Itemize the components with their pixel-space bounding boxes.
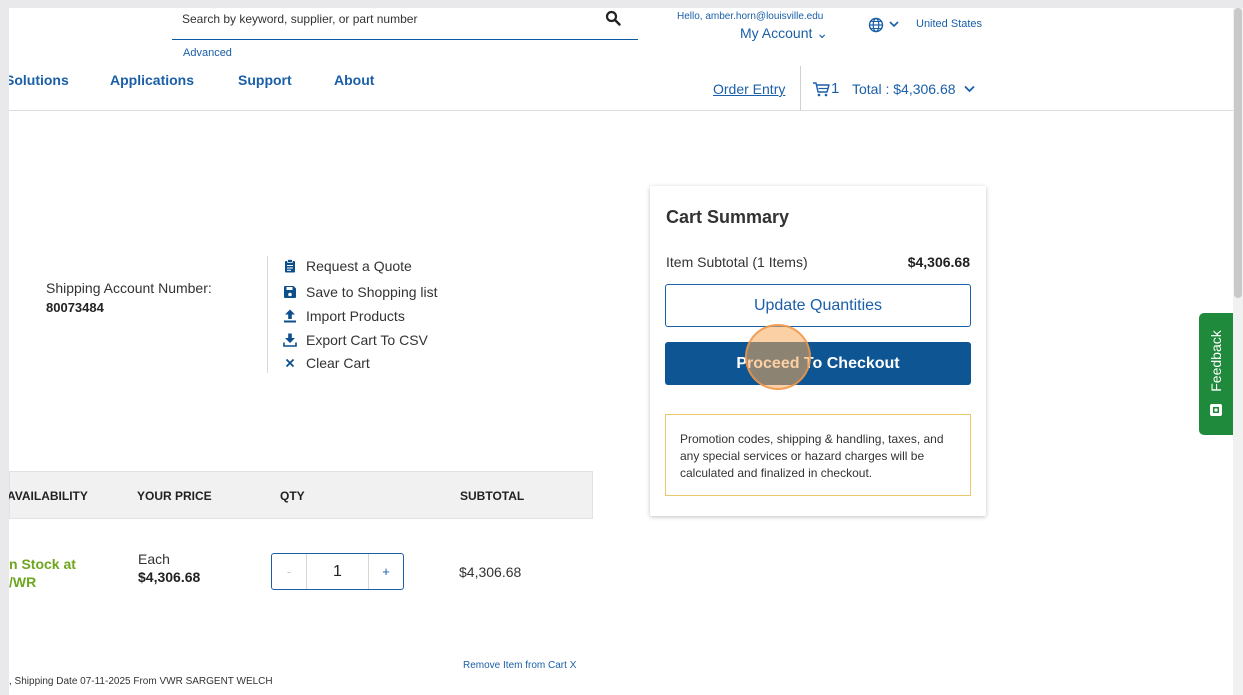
item-subtotal-label: Item Subtotal (1 Items): [666, 254, 808, 270]
close-icon: [285, 358, 295, 368]
order-entry-link[interactable]: Order Entry: [713, 81, 785, 97]
cart-icon[interactable]: [812, 81, 830, 97]
cart-summary-title: Cart Summary: [666, 207, 790, 227]
clear-cart-link[interactable]: Clear Cart: [283, 355, 370, 371]
price-unit: Each: [138, 551, 170, 567]
column-header-subtotal: SUBTOTAL: [460, 489, 525, 503]
request-quote-link[interactable]: Request a Quote: [283, 258, 412, 274]
header-divider: [9, 110, 1233, 111]
action-label: Import Products: [306, 308, 405, 324]
action-label: Export Cart To CSV: [306, 332, 428, 348]
feedback-tab[interactable]: Feedback: [1199, 313, 1233, 435]
proceed-to-checkout-button[interactable]: Proceed To Checkout: [665, 342, 971, 385]
feedback-label: Feedback: [1208, 330, 1224, 392]
export-csv-link[interactable]: Export Cart To CSV: [283, 332, 428, 348]
promo-notice: Promotion codes, shipping & handling, ta…: [665, 414, 971, 496]
search-input[interactable]: Search by keyword, supplier, or part num…: [182, 12, 417, 26]
column-header-availability: AVAILABILITY: [9, 489, 88, 503]
page: Search by keyword, supplier, or part num…: [9, 8, 1233, 695]
availability-status: n Stock at /WR: [9, 556, 76, 590]
actions-divider: [267, 256, 268, 373]
column-header-qty: QTY: [280, 489, 305, 503]
cart-summary-panel: Cart Summary Item Subtotal (1 Items) $4,…: [650, 186, 986, 516]
search-underline: [172, 39, 638, 40]
shipping-account-number: 80073484: [46, 300, 104, 315]
nav-item-about[interactable]: About: [334, 72, 374, 88]
quantity-stepper[interactable]: - 1 +: [271, 553, 404, 590]
cart-count[interactable]: 1: [831, 80, 839, 97]
nav-item-support[interactable]: Support: [238, 72, 292, 88]
globe-icon[interactable]: [868, 17, 884, 33]
action-label: Clear Cart: [306, 355, 370, 371]
chevron-down-icon[interactable]: [889, 21, 899, 28]
import-products-link[interactable]: Import Products: [283, 308, 405, 324]
column-header-price: YOUR PRICE: [137, 489, 212, 503]
country-selector[interactable]: United States: [916, 18, 982, 30]
advanced-search-link[interactable]: Advanced: [183, 47, 232, 59]
item-subtotal-value: $4,306.68: [907, 254, 970, 270]
cart-total[interactable]: Total : $4,306.68: [852, 81, 956, 97]
nav-item-solutions[interactable]: Solutions: [9, 72, 69, 88]
qty-increment-button[interactable]: +: [369, 554, 403, 589]
update-quantities-button[interactable]: Update Quantities: [665, 284, 971, 327]
clipboard-icon: [285, 259, 295, 273]
page-scrollbar[interactable]: [1233, 8, 1243, 695]
upload-icon: [284, 309, 296, 323]
nav-item-applications[interactable]: Applications: [110, 72, 194, 88]
feedback-icon: [1210, 404, 1222, 416]
my-account-menu[interactable]: My Account ⌄: [740, 25, 828, 42]
download-icon: [283, 333, 297, 347]
action-label: Save to Shopping list: [306, 284, 438, 300]
unit-price: $4,306.68: [138, 569, 201, 585]
qty-input[interactable]: 1: [306, 554, 369, 589]
search-icon[interactable]: [605, 10, 621, 26]
shipping-date: , Shipping Date 07-11-2025 From VWR SARG…: [9, 676, 273, 687]
save-shopping-list-link[interactable]: Save to Shopping list: [283, 284, 438, 300]
chevron-down-icon[interactable]: [964, 85, 975, 93]
action-label: Request a Quote: [306, 258, 412, 274]
nav-divider: [800, 66, 801, 110]
user-greeting: Hello, amber.horn@louisville.edu: [677, 11, 824, 22]
scrollbar-thumb[interactable]: [1234, 8, 1242, 298]
remove-item-link[interactable]: Remove Item from Cart X: [463, 660, 576, 671]
qty-decrement-button[interactable]: -: [272, 554, 306, 589]
line-subtotal: $4,306.68: [459, 564, 522, 580]
shipping-account-label: Shipping Account Number:: [46, 280, 212, 296]
save-icon: [284, 286, 296, 298]
